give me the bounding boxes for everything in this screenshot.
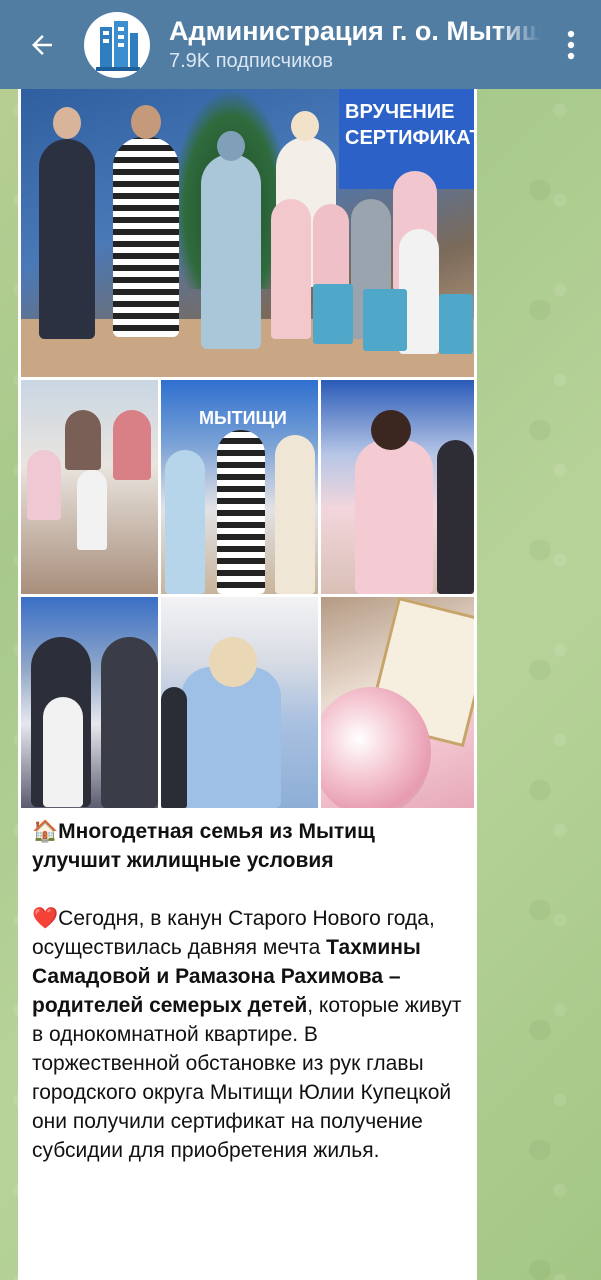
more-options-button[interactable] [541, 0, 601, 89]
headline-text: Многодетная семья из Мытищ улучшит жилищ… [32, 820, 375, 872]
photo-girl-microphone[interactable] [321, 380, 474, 594]
channel-avatar[interactable] [84, 11, 150, 78]
top-app-bar: Администрация г. о. Мытищи 7.9K подписчи… [0, 0, 601, 89]
body-text-part2: , которые живут в однокомнатной квартире… [32, 994, 462, 1162]
banner-text: ВРУЧЕНИЕ СЕРТИФИКАТ [345, 101, 474, 149]
post-headline: 🏠Многодетная семья из Мытищ улучшит жили… [32, 817, 462, 875]
heart-emoji-icon: ❤️ [32, 907, 59, 930]
vertical-dots-icon [567, 30, 575, 59]
photo-family-seated[interactable] [21, 597, 158, 808]
photo-certificate-flowers[interactable] [321, 597, 474, 808]
photo-hug[interactable] [161, 597, 318, 808]
photo-main[interactable]: ВРУЧЕНИЕ СЕРТИФИКАТ [21, 89, 474, 377]
channel-title[interactable]: Администрация г. о. Мытищи [169, 16, 541, 47]
city-logo-icon [96, 20, 140, 71]
post-text: 🏠Многодетная семья из Мытищ улучшит жили… [32, 817, 462, 1194]
back-button[interactable] [0, 0, 84, 89]
subscriber-count: 7.9K подписчиков [169, 50, 333, 72]
photo-handover[interactable]: МЫТИЩИ [161, 380, 318, 594]
post-body: ❤️Сегодня, в канун Старого Нового года, … [32, 904, 462, 1165]
photo-audience[interactable] [21, 380, 158, 594]
house-emoji-icon: 🏠 [32, 820, 59, 843]
channel-post: ВРУЧЕНИЕ СЕРТИФИКАТ МЫТИЩИ 🏠Многодетная … [18, 89, 477, 1280]
arrow-left-icon [32, 34, 52, 55]
